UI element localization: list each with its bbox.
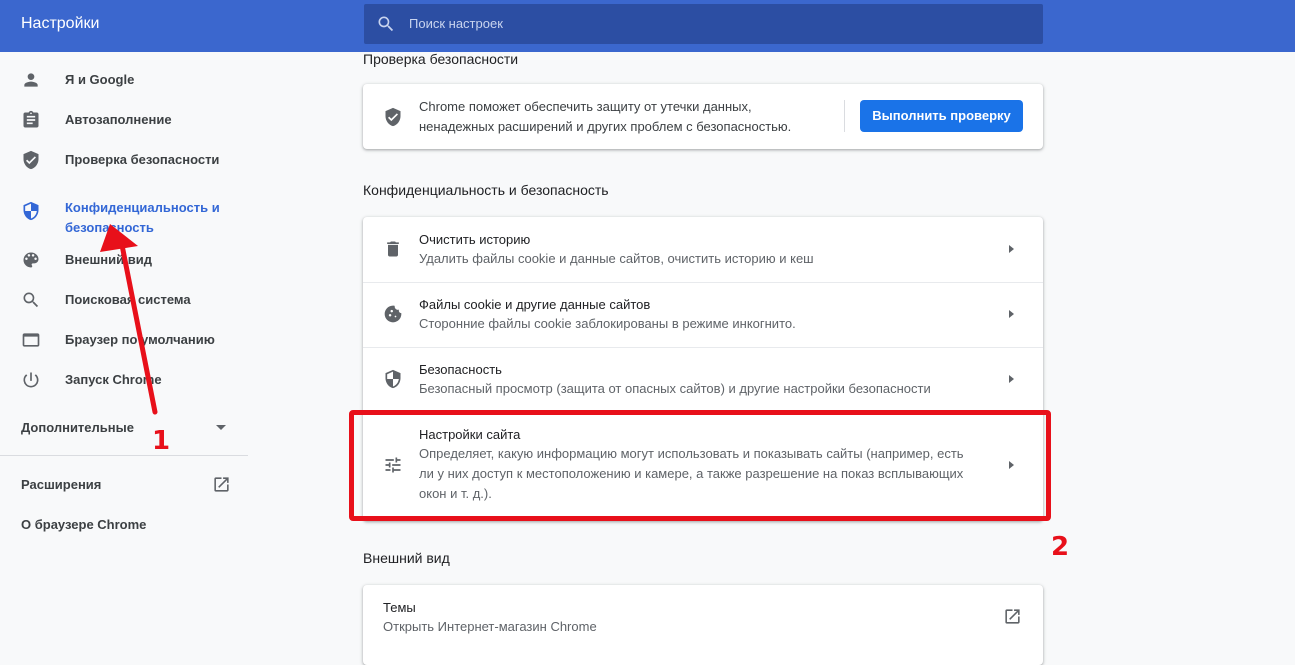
row-title: Файлы cookie и другие данные сайтов bbox=[419, 297, 651, 312]
advanced-label: Дополнительные bbox=[21, 420, 134, 435]
chevron-right-icon bbox=[1009, 375, 1014, 383]
sidebar-item-on-startup[interactable]: Запуск Chrome bbox=[0, 359, 248, 399]
privacy-section-title: Конфиденциальность и безопасность bbox=[363, 182, 609, 198]
shield-icon bbox=[385, 369, 401, 389]
chevron-right-icon bbox=[1009, 245, 1014, 253]
sidebar-item-about-chrome[interactable]: О браузере Chrome bbox=[21, 517, 146, 532]
sidebar-item-autofill[interactable]: Автозаполнение bbox=[0, 99, 248, 139]
sidebar-item-label: Автозаполнение bbox=[65, 112, 172, 127]
row-subtitle: Безопасный просмотр (защита от опасных с… bbox=[419, 381, 931, 396]
search-icon bbox=[378, 16, 394, 32]
browser-window-icon bbox=[22, 333, 40, 347]
row-divider bbox=[363, 282, 1043, 283]
row-divider bbox=[363, 347, 1043, 348]
sidebar-item-privacy[interactable]: Конфиденциальность и безопасность bbox=[0, 189, 248, 235]
row-title: Безопасность bbox=[419, 362, 502, 377]
appearance-section-title: Внешний вид bbox=[363, 550, 450, 566]
person-icon bbox=[24, 73, 38, 87]
extensions-label: Расширения bbox=[21, 477, 102, 492]
open-in-new-icon bbox=[214, 477, 229, 492]
sidebar-divider bbox=[0, 455, 248, 456]
safety-check-description-line1: Chrome поможет обеспечить защиту от утеч… bbox=[419, 99, 752, 114]
sidebar-item-safety-check[interactable]: Проверка безопасности bbox=[0, 139, 248, 179]
sidebar-item-label: Поисковая система bbox=[65, 292, 191, 307]
sidebar-item-label: Запуск Chrome bbox=[65, 372, 162, 387]
palette-icon bbox=[23, 252, 39, 268]
sidebar-item-label: Внешний вид bbox=[65, 252, 152, 267]
privacy-shield-icon bbox=[23, 201, 39, 221]
sidebar-item-label: Браузер по умолчанию bbox=[65, 332, 215, 347]
highlight-box bbox=[349, 410, 1051, 521]
safety-check-section-title: Проверка безопасности bbox=[363, 51, 519, 67]
run-safety-check-button[interactable]: Выполнить проверку bbox=[860, 100, 1023, 132]
shield-check-icon bbox=[385, 107, 401, 127]
open-in-new-icon bbox=[1005, 609, 1020, 624]
row-subtitle: Сторонние файлы cookie заблокированы в р… bbox=[419, 316, 796, 331]
clipboard-icon bbox=[23, 110, 39, 128]
search-input[interactable]: Поиск настроек bbox=[364, 4, 1043, 44]
sidebar: Я и Google Автозаполнение Проверка безоп… bbox=[0, 52, 248, 651]
safety-check-card: Chrome поможет обеспечить защиту от утеч… bbox=[363, 84, 1043, 149]
search-placeholder: Поиск настроек bbox=[409, 16, 503, 31]
sidebar-item-label: Конфиденциальность и безопасность bbox=[65, 200, 220, 235]
cookie-icon bbox=[384, 305, 402, 323]
shield-check-icon bbox=[23, 150, 39, 170]
top-bar: Настройки Поиск настроек bbox=[0, 0, 1295, 52]
sidebar-item-default-browser[interactable]: Браузер по умолчанию bbox=[0, 319, 248, 359]
search-icon bbox=[23, 292, 39, 308]
sidebar-item-search-engine[interactable]: Поисковая система bbox=[0, 279, 248, 319]
appearance-card: Темы Открыть Интернет-магазин Chrome bbox=[363, 585, 1043, 665]
sidebar-item-label: Я и Google bbox=[65, 72, 135, 87]
row-title: Очистить историю bbox=[419, 232, 531, 247]
trash-icon bbox=[387, 241, 399, 257]
row-subtitle: Удалить файлы cookie и данные сайтов, оч… bbox=[419, 251, 814, 266]
annotation-label-2: 2 bbox=[1051, 532, 1070, 562]
chevron-right-icon bbox=[1009, 310, 1014, 318]
row-subtitle: Открыть Интернет-магазин Chrome bbox=[383, 619, 597, 634]
power-icon bbox=[23, 372, 39, 388]
chevron-down-icon bbox=[216, 425, 226, 430]
app-title: Настройки bbox=[21, 15, 100, 32]
annotation-label-1: 1 bbox=[152, 426, 171, 456]
sidebar-item-appearance[interactable]: Внешний вид bbox=[0, 239, 248, 279]
sidebar-item-label: Проверка безопасности bbox=[65, 152, 220, 167]
row-title: Темы bbox=[383, 600, 416, 615]
button-separator bbox=[844, 100, 845, 132]
safety-check-description-line2: ненадежных расширений и других проблем с… bbox=[419, 119, 792, 134]
sidebar-item-you-and-google[interactable]: Я и Google bbox=[0, 59, 248, 99]
